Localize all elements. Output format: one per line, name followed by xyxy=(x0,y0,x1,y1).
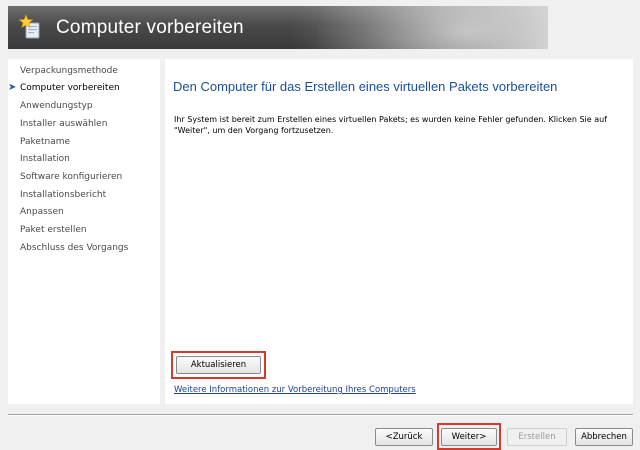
step-abschluss[interactable]: Abschluss des Vorgangs xyxy=(20,241,128,255)
step-installationsbericht[interactable]: Installationsbericht xyxy=(20,188,106,202)
page-title: Computer vorbereiten xyxy=(56,17,244,38)
step-verpackungsmethode[interactable]: Verpackungsmethode xyxy=(20,64,118,78)
cancel-button[interactable]: Abbrechen xyxy=(575,428,633,446)
create-button: Erstellen xyxy=(507,428,567,446)
step-installation[interactable]: Installation xyxy=(20,152,70,166)
step-anwendungstyp[interactable]: Anwendungstyp xyxy=(20,99,93,113)
refresh-button[interactable]: Aktualisieren xyxy=(176,356,261,374)
header-banner: Computer vorbereiten xyxy=(8,6,548,49)
info-link[interactable]: Weitere Informationen zur Vorbereitung I… xyxy=(174,385,416,395)
section-heading: Den Computer für das Erstellen eines vir… xyxy=(173,79,558,94)
wizard-star-icon xyxy=(18,14,40,39)
step-computer-vorbereiten[interactable]: Computer vorbereiten xyxy=(20,81,120,95)
next-button[interactable]: Weiter> xyxy=(441,428,497,446)
status-description: Ihr System ist bereit zum Erstellen eine… xyxy=(174,115,607,135)
step-software-konfigurieren[interactable]: Software konfigurieren xyxy=(20,170,122,184)
arrow-right-icon: ➤ xyxy=(8,82,17,93)
wizard-steps-sidebar: ➤ Verpackungsmethode Computer vorbereite… xyxy=(8,59,160,404)
main-panel: Den Computer für das Erstellen eines vir… xyxy=(165,59,633,404)
step-installer-auswaehlen[interactable]: Installer auswählen xyxy=(20,117,107,131)
footer-separator xyxy=(8,414,633,416)
banner-gradient xyxy=(318,6,548,49)
back-button[interactable]: <Zurück xyxy=(375,428,433,446)
step-paket-erstellen[interactable]: Paket erstellen xyxy=(20,223,87,237)
step-paketname[interactable]: Paketname xyxy=(20,135,70,149)
step-anpassen[interactable]: Anpassen xyxy=(20,205,64,219)
